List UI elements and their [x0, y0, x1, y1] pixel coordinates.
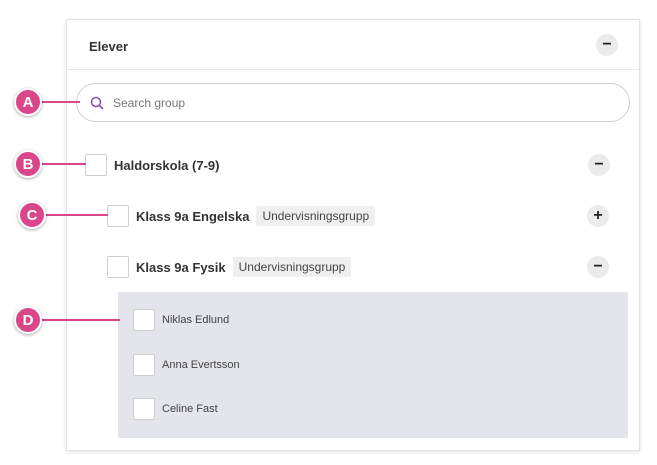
group-expand-button[interactable]: +: [587, 205, 609, 227]
member-name: Celine Fast: [162, 403, 218, 415]
school-checkbox[interactable]: [85, 154, 107, 176]
plus-icon: +: [593, 207, 603, 224]
minus-icon: −: [594, 156, 604, 173]
callout-badge-d: D: [14, 306, 42, 334]
callout-badge-b: B: [14, 150, 42, 178]
student-group-panel: Elever − Haldorskola (7-9) − Klass 9a En…: [66, 19, 640, 451]
group-checkbox[interactable]: [107, 205, 129, 227]
group-checkbox[interactable]: [107, 256, 129, 278]
minus-icon: −: [602, 36, 612, 53]
school-label: Haldorskola (7-9): [114, 157, 220, 173]
callout-badge-a: A: [14, 88, 42, 116]
group-type-badge: Undervisningsgrupp: [256, 206, 376, 226]
panel-title: Elever: [89, 39, 129, 54]
callout-line-a: [40, 101, 80, 103]
school-toggle-button[interactable]: −: [588, 154, 610, 176]
search-input[interactable]: [113, 94, 593, 112]
tree-row-group: Klass 9a Engelska Undervisningsgrupp: [107, 205, 376, 227]
panel-collapse-button[interactable]: −: [596, 34, 618, 56]
callout-line-c: [44, 214, 108, 216]
group-collapse-button[interactable]: −: [587, 256, 609, 278]
list-item: Celine Fast: [133, 398, 218, 420]
group-label: Klass 9a Fysik: [136, 259, 226, 275]
callout-line-b: [40, 163, 86, 165]
member-name: Niklas Edlund: [162, 314, 230, 326]
tree-row-group: Klass 9a Fysik Undervisningsgrupp: [107, 256, 352, 278]
tree-row-school: Haldorskola (7-9): [85, 154, 219, 176]
search-box: [76, 83, 630, 122]
group-members-list: Niklas Edlund Anna Evertsson Celine Fast: [118, 292, 628, 438]
callout-badge-c: C: [18, 201, 46, 229]
list-item: Niklas Edlund: [133, 309, 229, 331]
callout-line-d: [40, 319, 120, 321]
list-item: Anna Evertsson: [133, 354, 240, 376]
minus-icon: −: [593, 258, 603, 275]
member-checkbox[interactable]: [133, 354, 155, 376]
panel-header: Elever −: [67, 20, 639, 70]
member-checkbox[interactable]: [133, 398, 155, 420]
search-icon: [90, 96, 104, 110]
group-type-badge: Undervisningsgrupp: [232, 257, 352, 277]
member-checkbox[interactable]: [133, 309, 155, 331]
member-name: Anna Evertsson: [162, 359, 240, 371]
group-label: Klass 9a Engelska: [136, 208, 250, 224]
